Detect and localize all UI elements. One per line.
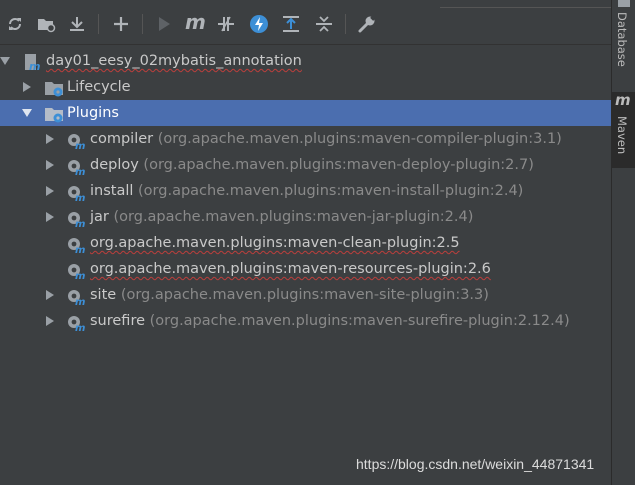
add-project-icon (114, 17, 128, 31)
skip-tests-button[interactable] (248, 13, 270, 35)
watermark-text: https://blog.csdn.net/weixin_44871341 (356, 456, 595, 472)
maven-goal-icon: m (185, 10, 206, 34)
plugins-folder-icon (45, 108, 63, 123)
generate-sources-button[interactable] (35, 13, 57, 35)
plugin-coordinates: (org.apache.maven.plugins:maven-compiler… (157, 131, 562, 147)
svg-text:m: m (75, 245, 85, 254)
svg-text:m: m (75, 219, 85, 228)
database-tab-label: Database (615, 12, 629, 67)
plugin-coordinates: (org.apache.maven.plugins:maven-jar-plug… (113, 209, 474, 225)
lifecycle-label: Lifecycle (67, 79, 131, 95)
expand-arrow-icon[interactable] (46, 316, 54, 326)
plugin-node-install[interactable]: m install (org.apache.maven.plugins:mave… (0, 178, 611, 204)
tree-node-plugins[interactable]: Plugins (0, 100, 611, 126)
maven-plugin-icon: m (68, 238, 85, 254)
svg-text:m: m (75, 193, 85, 202)
toolbar-separator (345, 14, 346, 34)
collapse-all-icon (316, 16, 332, 32)
svg-text:m: m (75, 167, 85, 176)
tree-node-lifecycle[interactable]: Lifecycle (0, 74, 611, 100)
maven-plugin-icon: m (68, 264, 85, 280)
project-name: day01_eesy_02mybatis_annotation (46, 53, 302, 69)
plugin-node-clean[interactable]: m org.apache.maven.plugins:maven-clean-p… (0, 230, 611, 256)
right-tool-strip: Database m Maven (611, 0, 635, 485)
expand-arrow-icon[interactable] (46, 160, 54, 170)
maven-tab-label: Maven (615, 116, 629, 155)
toolbar-separator (98, 14, 99, 34)
database-icon (618, 0, 630, 7)
plugin-name: compiler (90, 131, 154, 147)
maven-settings-button[interactable] (356, 13, 378, 35)
plugin-node-resources[interactable]: m org.apache.maven.plugins:maven-resourc… (0, 256, 611, 282)
plugin-coordinates: (org.apache.maven.plugins:maven-install-… (138, 183, 524, 199)
run-icon (159, 17, 170, 31)
lifecycle-folder-icon (45, 82, 63, 97)
maven-toolbar: m (0, 0, 611, 45)
plugin-name-unresolved: org.apache.maven.plugins:maven-clean-plu… (90, 235, 460, 251)
plugin-node-site[interactable]: m site (org.apache.maven.plugins:maven-s… (0, 282, 611, 308)
plugin-name: site (90, 287, 117, 303)
plugins-label: Plugins (67, 105, 119, 121)
skip-tests-icon (250, 15, 268, 33)
maven-plugin-icon: m (68, 316, 85, 332)
maven-plugin-icon: m (68, 160, 85, 176)
collapse-arrow-icon[interactable] (22, 109, 32, 117)
expand-arrow-icon[interactable] (46, 290, 54, 300)
reimport-button[interactable] (4, 13, 26, 35)
maven-plugin-icon: m (68, 212, 85, 228)
svg-text:m: m (75, 271, 85, 280)
show-dependencies-button[interactable] (280, 13, 302, 35)
plugin-name: deploy (90, 157, 139, 173)
svg-text:m: m (29, 60, 40, 72)
expand-arrow-icon[interactable] (46, 134, 54, 144)
maven-tool-window: m m day01_eesy_02mybatis_annotation Life… (0, 0, 611, 485)
database-tool-tab[interactable]: Database (612, 0, 635, 92)
reimport-icon (9, 18, 21, 30)
tree-node-project[interactable]: m day01_eesy_02mybatis_annotation (0, 48, 611, 74)
svg-text:m: m (75, 323, 85, 332)
svg-text:m: m (75, 141, 85, 150)
svg-text:m: m (75, 297, 85, 306)
toggle-offline-icon (218, 16, 234, 32)
plugin-node-jar[interactable]: m jar (org.apache.maven.plugins:maven-ja… (0, 204, 611, 230)
toolbar-separator (142, 14, 143, 34)
toggle-offline-button[interactable] (215, 13, 237, 35)
plugin-name: install (90, 183, 134, 199)
settings-wrench-icon (358, 16, 375, 33)
maven-module-icon: m (25, 54, 40, 72)
plugin-node-surefire[interactable]: m surefire (org.apache.maven.plugins:mav… (0, 308, 611, 334)
maven-plugin-icon: m (68, 290, 85, 306)
expand-arrow-icon[interactable] (46, 186, 54, 196)
plugin-name: jar (90, 209, 109, 225)
execute-goal-button[interactable]: m (183, 10, 206, 35)
plugin-node-deploy[interactable]: m deploy (org.apache.maven.plugins:maven… (0, 152, 611, 178)
expand-arrow-icon[interactable] (23, 82, 31, 92)
download-icon (70, 17, 84, 31)
show-dependencies-icon (283, 16, 299, 32)
collapse-arrow-icon[interactable] (0, 57, 10, 65)
generate-sources-icon (38, 19, 56, 33)
collapse-all-button[interactable] (313, 13, 335, 35)
plugin-coordinates: (org.apache.maven.plugins:maven-surefire… (149, 313, 570, 329)
run-button[interactable] (153, 13, 175, 35)
plugin-coordinates: (org.apache.maven.plugins:maven-deploy-p… (143, 157, 534, 173)
maven-tool-tab[interactable]: m Maven (612, 91, 635, 168)
add-project-button[interactable] (110, 13, 132, 35)
maven-tab-icon: m (615, 91, 631, 109)
maven-plugin-icon: m (68, 134, 85, 150)
plugin-node-compiler[interactable]: m compiler (org.apache.maven.plugins:mav… (0, 126, 611, 152)
plugin-coordinates: (org.apache.maven.plugins:maven-site-plu… (120, 287, 489, 303)
plugin-name-unresolved: org.apache.maven.plugins:maven-resources… (90, 261, 491, 277)
download-button[interactable] (66, 13, 88, 35)
plugin-name: surefire (90, 313, 146, 329)
toolbar-divider (440, 0, 611, 8)
maven-plugin-icon: m (68, 186, 85, 202)
expand-arrow-icon[interactable] (46, 212, 54, 222)
